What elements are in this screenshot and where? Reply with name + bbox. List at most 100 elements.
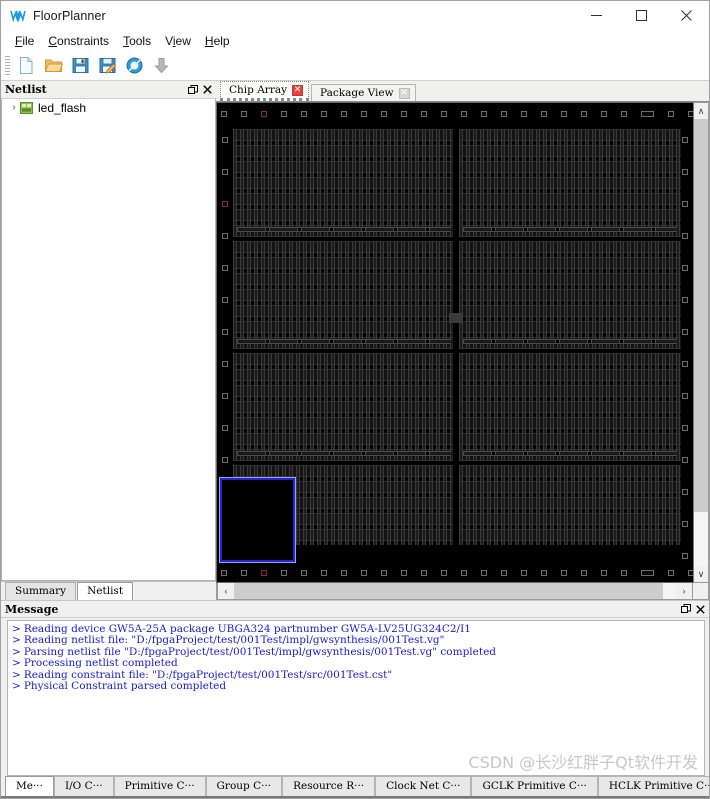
menu-view[interactable]: View [159,33,199,49]
bottom-tab-resource-report[interactable]: Resource R··· [282,776,376,796]
io-pad [682,233,688,239]
vertical-scroll-track[interactable] [694,119,708,566]
io-pad [682,169,688,175]
menu-tools[interactable]: Tools [117,33,159,49]
save-icon[interactable] [67,53,93,79]
io-pad [421,570,427,576]
download-arrow-icon[interactable] [148,53,174,79]
message-text: Reading netlist file: "D:/fpgaProject/te… [23,634,445,647]
io-pad [501,570,507,576]
io-pad [682,137,688,143]
logic-fabric-quadrant-mid-right [459,241,681,349]
new-file-icon[interactable] [13,53,39,79]
io-pad-column-right [682,137,688,559]
io-pad [222,457,228,463]
canvas-horizontal-scroll-row: ‹ › [216,583,709,600]
io-pad [682,425,688,431]
scroll-corner [693,583,709,600]
io-pad [241,570,247,576]
canvas-horizontal-scrollbar[interactable]: ‹ › [217,583,693,600]
tab-package-view-close-icon[interactable]: ✕ [398,87,410,99]
horizontal-scroll-thumb[interactable] [234,583,663,599]
bottom-tab-group-constraint[interactable]: Group C··· [205,776,283,796]
tab-summary[interactable]: Summary [5,582,77,600]
chip-array-canvas[interactable] [216,102,693,583]
netlist-close-button[interactable] [200,83,214,97]
scroll-down-arrow-icon[interactable]: ∨ [694,566,708,582]
horizontal-scroll-track[interactable] [234,583,676,599]
routing-channel [237,451,451,456]
io-pad [281,111,287,117]
chevron-right-icon[interactable]: › [8,102,20,113]
routing-channel [463,339,677,344]
window-title: FloorPlanner [33,8,106,23]
io-pad [321,111,327,117]
minimize-button[interactable] [574,1,619,31]
canvas-with-scroll: ∧ ∨ [216,101,709,583]
io-pad [682,201,688,207]
menu-file[interactable]: FFileile [9,33,42,49]
maximize-button[interactable] [619,1,664,31]
main-toolbar [1,51,709,81]
bottom-tab-primitive-constraint[interactable]: Primitive C··· [113,776,206,796]
io-pad [461,111,467,117]
message-float-button[interactable] [679,602,693,616]
io-pad [682,297,688,303]
menu-constraints[interactable]: Constraints [42,33,117,49]
io-pad [341,570,347,576]
selection-rectangle[interactable] [220,478,295,562]
bottom-tab-io-constraint[interactable]: I/O C··· [53,776,114,796]
bottom-tab-hclk-primitive-constraint[interactable]: HCLK Primitive C··· [597,776,709,796]
io-pad [222,201,228,207]
tab-chip-array[interactable]: Chip Array ✕ [220,81,310,101]
tab-package-view[interactable]: Package View ✕ [311,84,416,101]
message-text: Parsing netlist file "D:/fpgaProject/tes… [23,645,497,658]
message-bullet-icon: > [12,645,21,658]
io-pad [381,570,387,576]
io-pad [341,111,347,117]
netlist-tree[interactable]: › led_flash [1,99,216,581]
message-close-button[interactable] [693,602,707,616]
io-pad [421,111,427,117]
io-pad [601,570,607,576]
message-bullet-icon: > [12,657,21,670]
open-folder-icon[interactable] [40,53,66,79]
toolbar-grip[interactable] [5,55,10,76]
netlist-bottom-tabs: Summary Netlist [1,581,216,600]
io-pad [621,111,627,117]
io-pad [682,393,688,399]
message-text: Reading constraint file: "D:/fpgaProject… [23,668,393,681]
canvas-vertical-scrollbar[interactable]: ∧ ∨ [693,102,709,583]
vertical-scroll-thumb[interactable] [694,119,708,513]
tab-netlist[interactable]: Netlist [77,582,134,600]
io-pad [221,111,227,117]
tree-item-led-flash[interactable]: › led_flash [2,99,215,116]
bottom-tab-clock-net-constraint[interactable]: Clock Net C··· [375,776,472,796]
bottom-tab-gclk-primitive-constraint[interactable]: GCLK Primitive C··· [471,776,598,796]
chip-view-panel: Chip Array ✕ Package View ✕ ∧ ∨ ‹ › [216,81,709,600]
io-pad [222,393,228,399]
scroll-right-arrow-icon[interactable]: › [676,583,692,599]
message-log[interactable]: > Reading device GW5A-25A package UBGA324… [7,620,705,776]
message-bottom-tab-bar: Me··· I/O C··· Primitive C··· Group C···… [1,776,709,798]
logic-fabric-quadrant-low-left [233,353,455,461]
save-as-icon[interactable] [94,53,120,79]
io-pad [682,457,688,463]
io-pad [361,111,367,117]
refresh-icon[interactable] [121,53,147,79]
message-line: > Physical Constraint parsed completed [12,680,700,692]
bottom-tab-message[interactable]: Me··· [5,776,54,796]
message-text: Processing netlist completed [23,657,178,670]
tab-chip-array-close-icon[interactable]: ✕ [292,84,304,96]
fpga-die [217,103,693,582]
menu-help[interactable]: Help [199,33,238,49]
netlist-float-button[interactable] [186,83,200,97]
logic-fabric-quadrant-top-left [233,129,455,237]
io-pad [581,570,587,576]
io-pad [668,570,674,576]
close-button[interactable] [664,1,709,31]
scroll-up-arrow-icon[interactable]: ∧ [694,103,708,119]
dsp-column [449,313,463,323]
io-pad [222,297,228,303]
scroll-left-arrow-icon[interactable]: ‹ [218,583,234,599]
